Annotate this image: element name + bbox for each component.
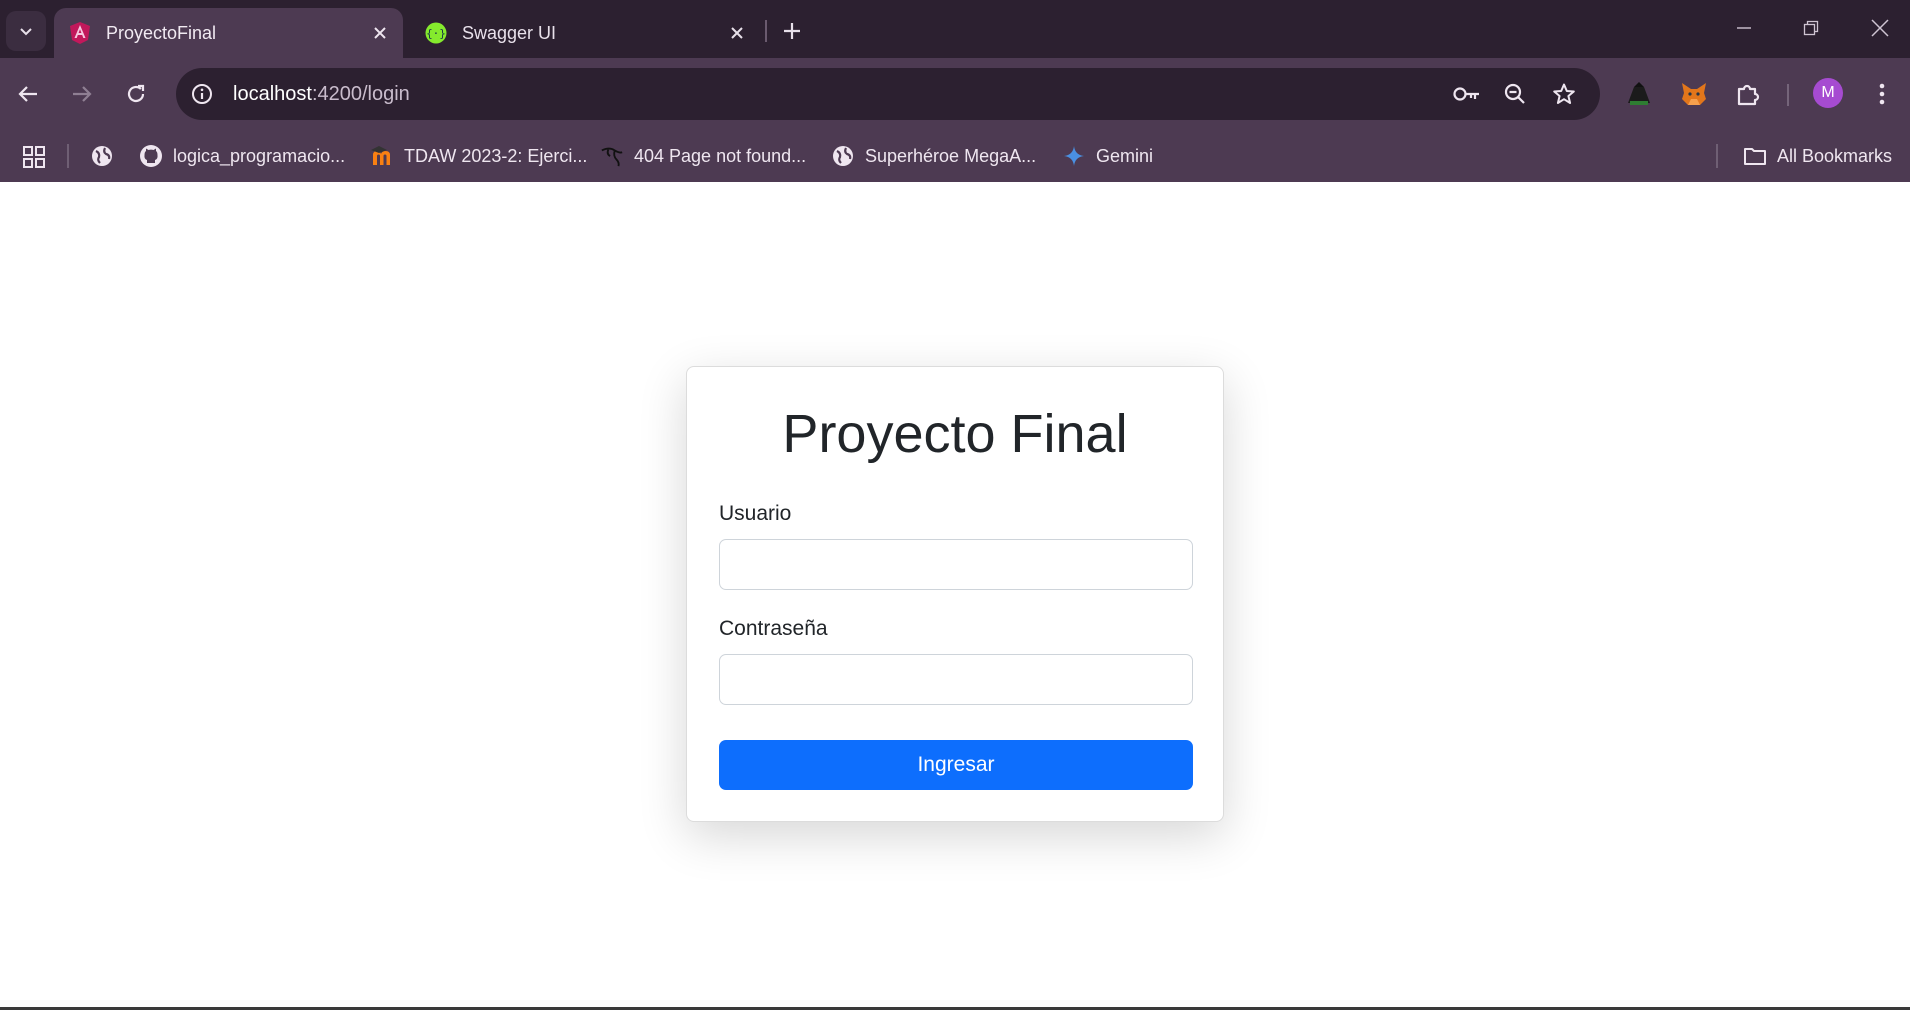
more-vertical-icon bbox=[1879, 83, 1885, 105]
url-text[interactable]: localhost:4200/login bbox=[233, 83, 410, 106]
page-viewport: Proyecto Final Usuario Contraseña Ingres… bbox=[0, 182, 1910, 1008]
key-icon bbox=[1453, 87, 1479, 101]
tab-divider bbox=[765, 20, 767, 42]
bookmark-404-page[interactable]: 404 Page not found... bbox=[600, 138, 806, 174]
bookmark-label: 404 Page not found... bbox=[634, 145, 807, 166]
password-input[interactable] bbox=[719, 654, 1193, 705]
minimize-button[interactable] bbox=[1716, 6, 1772, 50]
bookmark-globe[interactable] bbox=[90, 138, 124, 174]
arrow-right-icon bbox=[73, 86, 92, 102]
bookmark-label: Gemini bbox=[1096, 145, 1154, 166]
restore-button[interactable] bbox=[1783, 6, 1839, 50]
login-submit-button[interactable]: Ingresar bbox=[719, 740, 1193, 790]
metamask-fox-icon[interactable] bbox=[1674, 74, 1714, 114]
tab-swagger-ui[interactable]: {·} Swagger UI bbox=[410, 8, 760, 58]
github-icon bbox=[139, 144, 163, 168]
moodle-icon bbox=[370, 144, 394, 168]
bookmark-label: logica_programacio... bbox=[173, 145, 346, 166]
bookmarks-separator bbox=[1716, 144, 1718, 168]
forward-button[interactable] bbox=[62, 74, 102, 114]
close-icon bbox=[1871, 19, 1889, 37]
restore-icon bbox=[1803, 20, 1819, 36]
globe-icon bbox=[90, 144, 114, 168]
new-tab-button[interactable] bbox=[774, 13, 810, 49]
tab-search-button[interactable] bbox=[6, 11, 46, 51]
apps-grid-icon bbox=[23, 146, 45, 168]
swagger-icon: {·} bbox=[424, 21, 448, 45]
password-label: Contraseña bbox=[719, 617, 828, 640]
tab-strip: ProyectoFinal {·} Swagger UI bbox=[0, 0, 1910, 58]
site-info-button[interactable] bbox=[183, 75, 221, 113]
globe-icon bbox=[831, 144, 855, 168]
folder-icon bbox=[1743, 144, 1767, 168]
all-bookmarks-label: All Bookmarks bbox=[1777, 145, 1893, 166]
star-icon bbox=[1553, 83, 1575, 104]
toolbar-separator bbox=[1787, 84, 1789, 106]
login-title: Proyecto Final bbox=[782, 404, 1128, 464]
plus-icon bbox=[784, 23, 800, 39]
extensions-puzzle-icon[interactable] bbox=[1728, 74, 1768, 114]
tab-title: ProyectoFinal bbox=[106, 22, 217, 43]
zoom-button[interactable] bbox=[1496, 75, 1534, 113]
bookmarks-separator bbox=[67, 144, 69, 168]
browser-toolbar: localhost:4200/login M bbox=[0, 58, 1910, 130]
back-button[interactable] bbox=[8, 74, 48, 114]
password-key-button[interactable] bbox=[1448, 75, 1486, 113]
tab-proyectofinal[interactable]: ProyectoFinal bbox=[54, 8, 403, 58]
login-card: Proyecto Final Usuario Contraseña Ingres… bbox=[686, 366, 1224, 822]
reload-button[interactable] bbox=[116, 74, 156, 114]
username-input[interactable] bbox=[719, 539, 1193, 590]
kali-dragon-icon bbox=[600, 144, 624, 168]
bookmark-superheroe[interactable]: Superhéroe MegaA... bbox=[831, 138, 1036, 174]
address-bar[interactable]: localhost:4200/login bbox=[176, 68, 1600, 120]
bookmark-tdaw[interactable]: TDAW 2023-2: Ejerci... bbox=[370, 138, 587, 174]
profile-avatar[interactable]: M bbox=[1813, 78, 1843, 108]
username-label: Usuario bbox=[719, 502, 792, 525]
close-tab-icon[interactable] bbox=[722, 18, 752, 48]
url-path: :4200/login bbox=[311, 82, 410, 105]
extension-hacker-icon[interactable] bbox=[1619, 74, 1659, 114]
close-tab-icon[interactable] bbox=[365, 18, 395, 48]
close-window-button[interactable] bbox=[1852, 6, 1908, 50]
minimize-icon bbox=[1737, 27, 1751, 29]
bookmark-logica-programacion[interactable]: logica_programacio... bbox=[139, 138, 345, 174]
bookmarks-bar: logica_programacio... TDAW 2023-2: Ejerc… bbox=[0, 130, 1910, 182]
apps-grid-button[interactable] bbox=[18, 141, 50, 173]
reload-icon bbox=[127, 84, 145, 103]
bookmark-star-button[interactable] bbox=[1545, 75, 1583, 113]
bookmark-label: Superhéroe MegaA... bbox=[865, 145, 1037, 166]
tab-title: Swagger UI bbox=[462, 22, 557, 43]
all-bookmarks-button[interactable]: All Bookmarks bbox=[1743, 138, 1892, 174]
browser-menu-button[interactable] bbox=[1862, 74, 1902, 114]
chevron-down-icon bbox=[20, 28, 32, 36]
bookmark-label: TDAW 2023-2: Ejerci... bbox=[404, 145, 588, 166]
angular-icon bbox=[68, 21, 92, 45]
url-host: localhost bbox=[233, 82, 312, 105]
bookmark-gemini[interactable]: Gemini bbox=[1062, 138, 1153, 174]
zoom-out-icon bbox=[1504, 83, 1525, 104]
arrow-left-icon bbox=[18, 86, 37, 102]
info-icon bbox=[192, 84, 212, 104]
gemini-icon bbox=[1062, 144, 1086, 168]
svg-text:{·}: {·} bbox=[426, 27, 446, 40]
